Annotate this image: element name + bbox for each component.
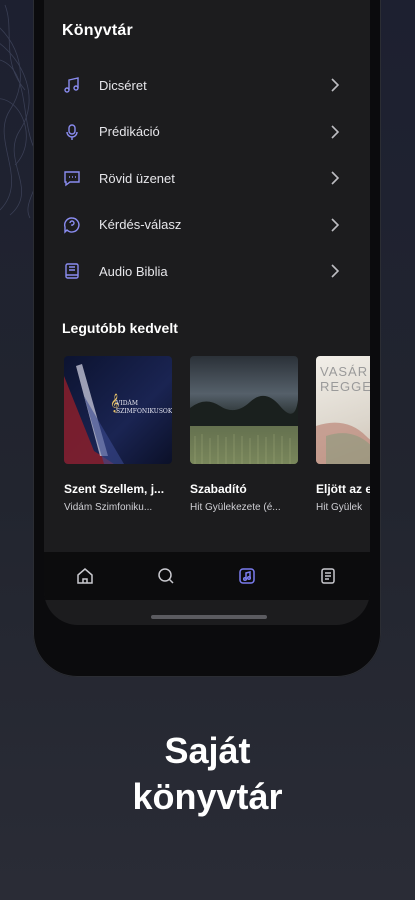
- phone-frame: Könyvtár Dicséret Prédikáció Rövid üzene…: [33, 0, 381, 677]
- cover-text: VIDÁM SZIMFONIKUSOK: [116, 400, 172, 415]
- library-icon: [239, 568, 255, 584]
- chevron-right-icon: [331, 78, 340, 92]
- library-title: Könyvtár: [62, 22, 133, 39]
- menu-item-label: Dicséret: [99, 77, 147, 93]
- menu-item-kerdes-valasz[interactable]: Kérdés-válasz: [44, 202, 370, 249]
- app-screen: Könyvtár Dicséret Prédikáció Rövid üzene…: [44, 0, 370, 625]
- microphone-icon: [62, 122, 82, 142]
- album-cover: [190, 356, 298, 464]
- caption-line-1: Saját: [164, 730, 251, 771]
- menu-item-dicseret[interactable]: Dicséret: [44, 62, 370, 109]
- card-title: Eljött az e: [316, 482, 370, 496]
- promo-caption: Saját könyvtár: [0, 728, 415, 820]
- menu-item-label: Audio Biblia: [99, 263, 168, 279]
- chevron-right-icon: [331, 171, 340, 185]
- recent-card[interactable]: 𝄞 VIDÁM SZIMFONIKUSOK Szent Szellem, j..…: [64, 356, 172, 513]
- menu-item-label: Prédikáció: [99, 124, 160, 140]
- card-title: Szabadító: [190, 482, 247, 496]
- card-subtitle: Hit Gyülek: [316, 502, 363, 513]
- recent-card[interactable]: Szabadító Hit Gyülekezete (é...: [190, 356, 298, 513]
- menu-item-label: Rövid üzenet: [99, 170, 175, 186]
- search-icon: [158, 568, 174, 584]
- music-note-icon: [62, 75, 82, 95]
- album-cover: 𝄞 VIDÁM SZIMFONIKUSOK: [64, 356, 172, 464]
- home-icon: [77, 568, 93, 584]
- home-indicator: [151, 615, 267, 619]
- recent-cards: 𝄞 VIDÁM SZIMFONIKUSOK Szent Szellem, j..…: [64, 356, 370, 526]
- chevron-right-icon: [331, 264, 340, 278]
- nav-search[interactable]: [154, 564, 178, 588]
- chevron-right-icon: [331, 125, 340, 139]
- nav-library[interactable]: [235, 564, 259, 588]
- recent-section-title: Legutóbb kedvelt: [62, 320, 178, 336]
- album-cover: VASÁR REGGE: [316, 356, 370, 464]
- caption-line-2: könyvtár: [132, 776, 283, 817]
- notes-icon: [321, 568, 335, 584]
- menu-item-label: Kérdés-válasz: [99, 217, 182, 233]
- library-menu: Dicséret Prédikáció Rövid üzenet Kérdés-…: [44, 62, 370, 295]
- nav-home[interactable]: [73, 564, 97, 588]
- menu-item-predikacio[interactable]: Prédikáció: [44, 109, 370, 156]
- message-icon: [62, 168, 82, 188]
- chevron-right-icon: [331, 218, 340, 232]
- nav-notes[interactable]: [316, 564, 340, 588]
- card-subtitle: Vidám Szimfoniku...: [64, 502, 153, 513]
- menu-item-rovid-uzenet[interactable]: Rövid üzenet: [44, 155, 370, 202]
- card-title: Szent Szellem, j...: [64, 482, 165, 496]
- book-icon: [62, 261, 82, 281]
- card-subtitle: Hit Gyülekezete (é...: [190, 502, 281, 513]
- cover-text: VASÁR REGGE: [320, 364, 370, 394]
- bottom-navigation: [44, 552, 370, 600]
- question-chat-icon: [62, 215, 82, 235]
- recent-card[interactable]: VASÁR REGGE Eljött az e Hit Gyülek: [316, 356, 370, 513]
- menu-item-audio-biblia[interactable]: Audio Biblia: [44, 248, 370, 295]
